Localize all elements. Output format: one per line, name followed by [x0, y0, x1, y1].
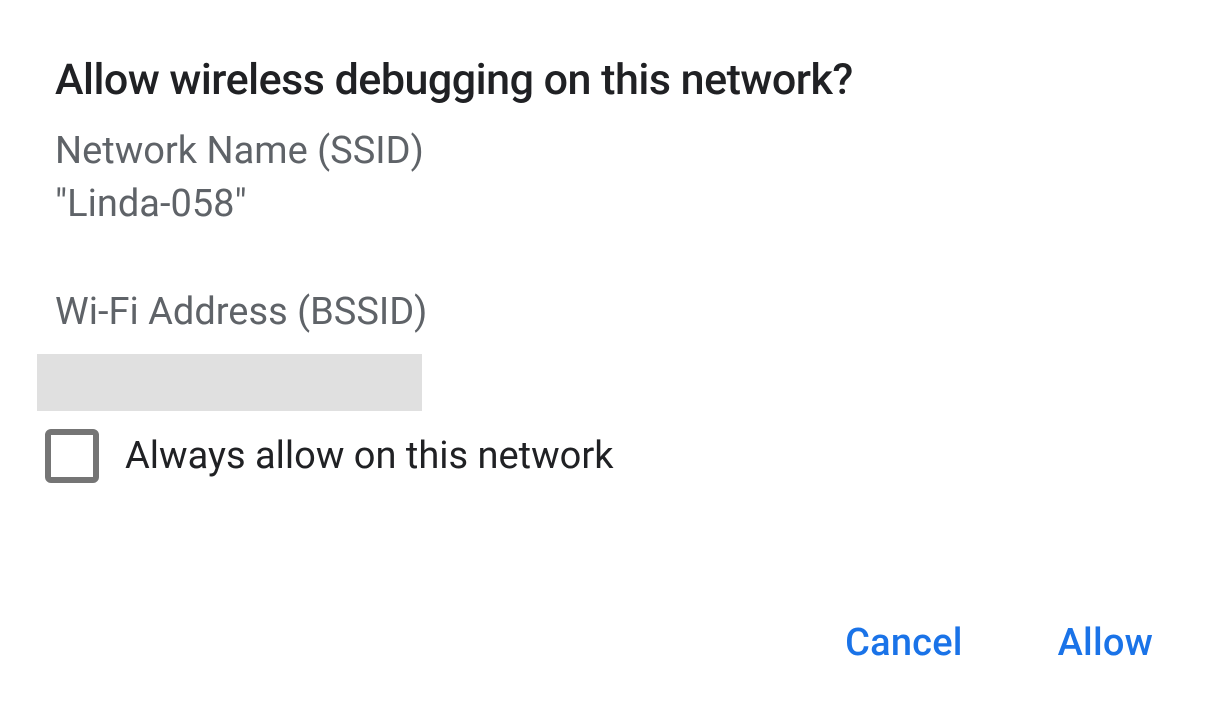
bssid-label: Wi-Fi Address (BSSID) [55, 286, 1153, 339]
ssid-value: "Linda-058" [55, 178, 1153, 231]
allow-button[interactable]: Allow [1058, 621, 1153, 665]
always-allow-checkbox[interactable] [45, 429, 99, 483]
always-allow-label: Always allow on this network [125, 434, 613, 478]
dialog-title: Allow wireless debugging on this network… [55, 55, 1153, 105]
bssid-redacted [37, 354, 422, 411]
always-allow-row[interactable]: Always allow on this network [55, 429, 1153, 483]
ssid-label: Network Name (SSID) [55, 125, 1153, 178]
cancel-button[interactable]: Cancel [845, 621, 963, 665]
dialog-button-row: Cancel Allow [845, 621, 1153, 665]
